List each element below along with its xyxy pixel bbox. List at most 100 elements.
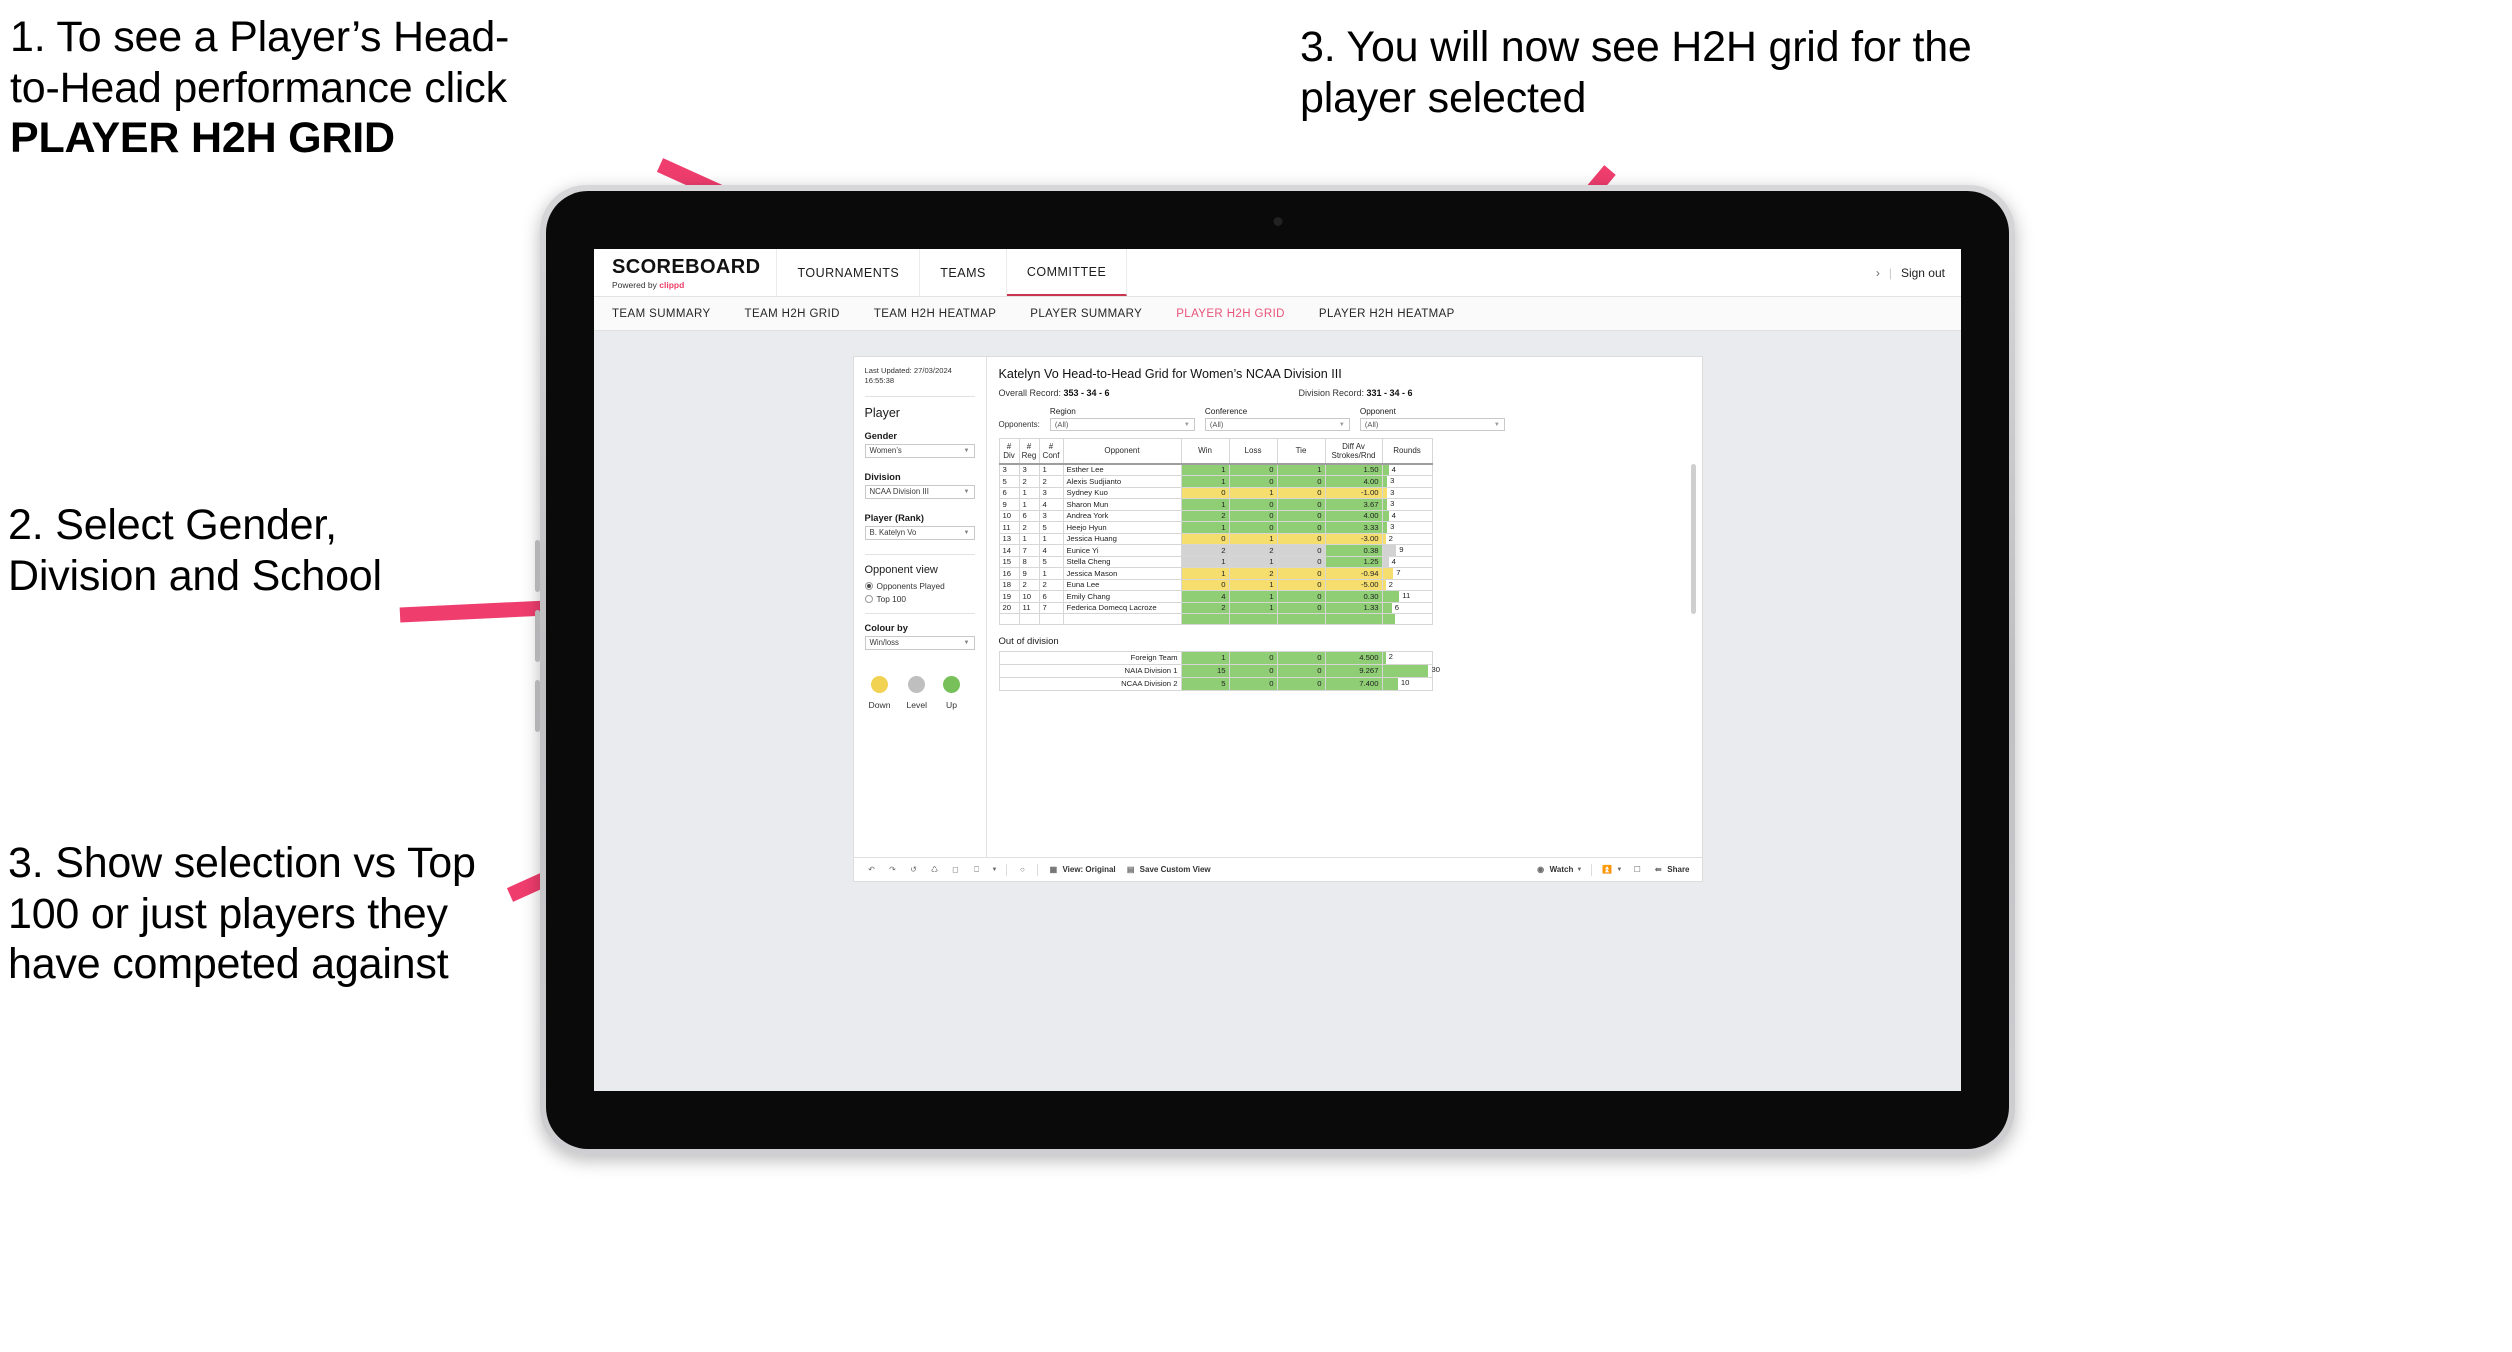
subnav-team-h2h-heatmap[interactable]: TEAM H2H HEATMAP	[874, 308, 996, 320]
cell-rank: 8	[1018, 555, 1040, 568]
cell-rounds-bar: 6	[1381, 601, 1433, 614]
cell-rounds-bar: 30	[1381, 663, 1440, 678]
column-header[interactable]: Rounds	[1381, 438, 1433, 465]
sign-out-link[interactable]: Sign out	[1901, 266, 1945, 280]
annotation-1-line-2: to-Head performance click	[10, 63, 507, 112]
subnav-team-h2h-grid[interactable]: TEAM H2H GRID	[745, 308, 840, 320]
cell-win: 1	[1180, 650, 1230, 665]
out-of-division-row[interactable]: NAIA Division 1 15 0 0 9.267 30	[998, 663, 1440, 678]
undo-icon[interactable]: ↶	[866, 864, 878, 876]
filter-section-title: Player	[864, 405, 900, 420]
colour-by-select[interactable]: Win/loss ▼	[864, 635, 975, 650]
opponent-select[interactable]: (All) ▼	[1359, 418, 1505, 431]
redo-icon[interactable]: ↷	[887, 864, 899, 876]
cell-rank: 5	[1038, 555, 1064, 568]
logo-wordmark: SCOREBOARD	[612, 256, 761, 278]
cell-clipped	[1324, 613, 1383, 625]
cell-win: 1	[1180, 475, 1230, 488]
app-header-right: › | Sign out	[1876, 249, 1961, 296]
column-header[interactable]: Loss	[1228, 438, 1278, 465]
view-original-button[interactable]: ▦ View: Original	[1047, 864, 1116, 876]
table-row[interactable]: 16 9 1 Jessica Mason 1 2 0 -0.94 7	[998, 567, 1433, 580]
out-of-division-row[interactable]: NCAA Division 2 5 0 0 7.400 10	[998, 676, 1433, 691]
table-scrollbar[interactable]	[1690, 464, 1696, 614]
column-header[interactable]: # Div	[998, 438, 1020, 465]
share-label: Share	[1667, 865, 1690, 874]
table-row[interactable]: 3 3 1 Esther Lee 1 0 1 1.50 4	[998, 463, 1433, 476]
cell-tie: 0	[1276, 475, 1326, 488]
refresh-icon[interactable]: ♺	[929, 864, 941, 876]
subnav-team-summary[interactable]: TEAM SUMMARY	[612, 308, 711, 320]
out-of-division-row[interactable]: Foreign Team 1 0 0 4.500 2	[998, 650, 1433, 665]
cell-rank: 6	[1038, 590, 1064, 603]
column-header[interactable]: # Reg	[1018, 438, 1040, 465]
cell-opponent: Sydney Kuo	[1062, 486, 1182, 499]
cell-rank: 4	[1038, 498, 1064, 511]
cell-loss: 0	[1228, 463, 1278, 476]
cell-rank: 7	[1038, 601, 1064, 614]
column-header[interactable]: # Conf	[1038, 438, 1064, 465]
region-select[interactable]: (All) ▼	[1049, 418, 1195, 431]
cell-win: 1	[1180, 498, 1230, 511]
cell-diff: 3.33	[1324, 521, 1383, 534]
table-row[interactable]: 6 1 3 Sydney Kuo 0 1 0 -1.00 3	[998, 486, 1433, 499]
table-row[interactable]: 19 10 6 Emily Chang 4 1 0 0.30 11	[998, 590, 1433, 603]
radio-opponents-played[interactable]: Opponents Played	[864, 581, 975, 591]
table-row[interactable]: 20 11 7 Federica Domecq Lacroze 2 1 0 1.33 6	[998, 601, 1433, 614]
table-row[interactable]: 15 8 5 Stella Cheng 1 1 0 1.25 4	[998, 555, 1433, 568]
table-row[interactable]: 10 6 3 Andrea York 2 0 0 4.00 4	[998, 509, 1433, 522]
logo-tagline: Powered by clippd	[612, 280, 760, 290]
nav-teams[interactable]: TEAMS	[920, 249, 1007, 296]
share-button[interactable]: ⇚ Share	[1652, 864, 1690, 876]
chevron-right-icon[interactable]: ›	[1876, 266, 1880, 280]
tablet-screen: SCOREBOARD Powered by clippd TOURNAMENTS…	[594, 249, 1961, 1091]
cell-opponent: Sharon Mun	[1062, 498, 1182, 511]
cell-loss: 2	[1228, 544, 1278, 557]
nav-committee[interactable]: COMMITTEE	[1006, 249, 1128, 296]
nav-tournaments[interactable]: TOURNAMENTS	[777, 249, 921, 296]
table-row[interactable]: 18 2 2 Euna Lee 0 1 0 -5.00 2	[998, 578, 1433, 591]
save-view-icon: ▤	[1126, 865, 1135, 874]
gender-select[interactable]: Women’s ▼	[864, 443, 975, 458]
save-custom-view-button[interactable]: ▤ Save Custom View	[1125, 864, 1211, 876]
radio-top-100[interactable]: Top 100	[864, 594, 975, 604]
highlight-icon[interactable]: ○	[1016, 864, 1028, 876]
cell-tie: 0	[1276, 509, 1326, 522]
cell-rank: 13	[998, 532, 1020, 545]
conference-select[interactable]: (All) ▼	[1204, 418, 1350, 431]
cell-loss: 1	[1228, 590, 1278, 603]
subnav-player-summary[interactable]: PLAYER SUMMARY	[1030, 308, 1142, 320]
column-header[interactable]: Opponent	[1062, 438, 1182, 465]
cell-opponent: Federica Domecq Lacroze	[1062, 601, 1182, 614]
fullscreen-icon[interactable]: ☐	[1631, 864, 1643, 876]
column-header[interactable]: Win	[1180, 438, 1230, 465]
division-select[interactable]: NCAA Division III ▼	[864, 484, 975, 499]
last-updated-date: Last Updated: 27/03/2024	[864, 366, 952, 375]
download-button[interactable]: ⏫ ▼	[1601, 864, 1622, 876]
cell-clipped	[1180, 613, 1230, 625]
table-row[interactable]: 14 7 4 Eunice Yi 2 2 0 0.38 9	[998, 544, 1433, 557]
last-updated-time: 16:55:38	[864, 376, 895, 386]
player-rank-select[interactable]: B. Katelyn Vo ▼	[864, 525, 975, 540]
table-row[interactable]: 9 1 4 Sharon Mun 1 0 0 3.67 3	[998, 498, 1433, 511]
logo-tagline-prefix: Powered by	[612, 280, 660, 290]
chevron-down-icon[interactable]: ▼	[992, 867, 998, 873]
table-row[interactable]: 13 1 1 Jessica Huang 0 1 0 -3.00 2	[998, 532, 1433, 545]
table-row[interactable]: 5 2 2 Alexis Sudjianto 1 0 0 4.00 3	[998, 475, 1433, 488]
column-header[interactable]: Diff Av Strokes/Rnd	[1324, 438, 1383, 465]
table-row[interactable]: 11 2 5 Heejo Hyun 1 0 0 3.33 3	[998, 521, 1433, 534]
table-row-partial[interactable]	[998, 613, 1433, 625]
revert-icon[interactable]: ↺	[908, 864, 920, 876]
app-logo[interactable]: SCOREBOARD Powered by clippd	[594, 249, 778, 296]
h2h-table-wrapper: # Div # Reg # Conf Opponent Win Loss Tie Diff Av St…	[998, 438, 1696, 625]
annotation-step-3-right: 3. You will now see H2H grid for the pla…	[1300, 23, 1972, 122]
watch-button[interactable]: ◉ Watch ▼	[1535, 864, 1582, 876]
cell-tie: 0	[1276, 676, 1326, 691]
legend-label-down: Down	[868, 699, 891, 710]
subnav-player-h2h-heatmap[interactable]: PLAYER H2H HEATMAP	[1319, 308, 1455, 320]
opponent-view-title: Opponent view	[864, 563, 938, 576]
pause-icon[interactable]: ◻	[950, 864, 962, 876]
column-header[interactable]: Tie	[1276, 438, 1326, 465]
clear-sheet-icon[interactable]: ⎕	[971, 864, 983, 876]
subnav-player-h2h-grid[interactable]: PLAYER H2H GRID	[1176, 308, 1285, 320]
